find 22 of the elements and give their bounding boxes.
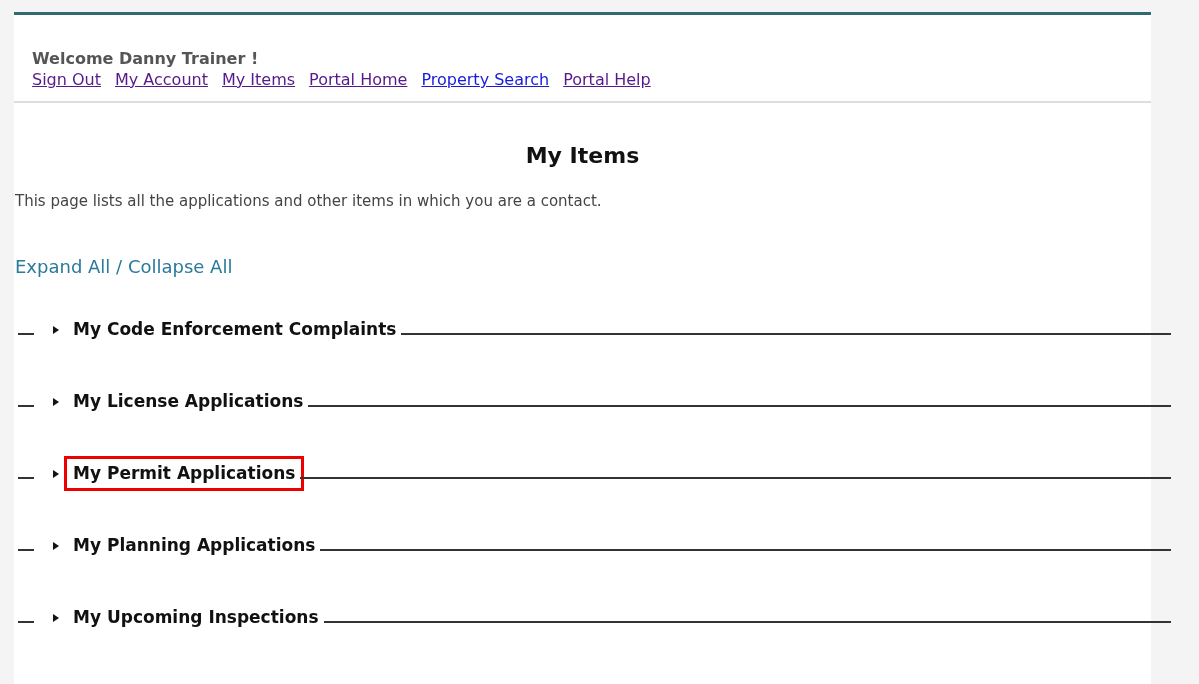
caret-right-icon[interactable] (52, 396, 60, 407)
section-heading[interactable]: My License Applications (64, 383, 313, 420)
separator-text: / (116, 255, 123, 277)
nav-link[interactable]: My Items (221, 69, 296, 91)
caret-right-icon[interactable] (52, 468, 60, 479)
section-heading[interactable]: My Planning Applications (64, 527, 325, 564)
expand-all-link[interactable]: Expand All (15, 255, 111, 277)
section-heading[interactable]: My Code Enforcement Complaints (64, 311, 406, 348)
nav-link[interactable]: Sign Out (32, 69, 101, 91)
section-heading[interactable]: My Upcoming Inspections (64, 599, 328, 636)
caret-right-icon[interactable] (52, 324, 60, 335)
nav-link[interactable]: Property Search (421, 69, 550, 91)
nav-link[interactable]: Portal Help (563, 69, 651, 91)
caret-right-icon[interactable] (52, 540, 60, 551)
nav-link[interactable]: My Account (115, 69, 208, 91)
page-description: This page lists all the applications and other items in which you are a contact. (15, 191, 603, 212)
page-title: My Items (524, 142, 641, 170)
nav-link[interactable]: Portal Home (309, 69, 408, 91)
caret-right-icon[interactable] (52, 612, 60, 623)
welcome-text: Welcome Danny Trainer ! (32, 49, 260, 69)
collapse-all-link[interactable]: Collapse All (127, 255, 233, 277)
section-heading[interactable]: My Permit Applications (64, 455, 305, 492)
